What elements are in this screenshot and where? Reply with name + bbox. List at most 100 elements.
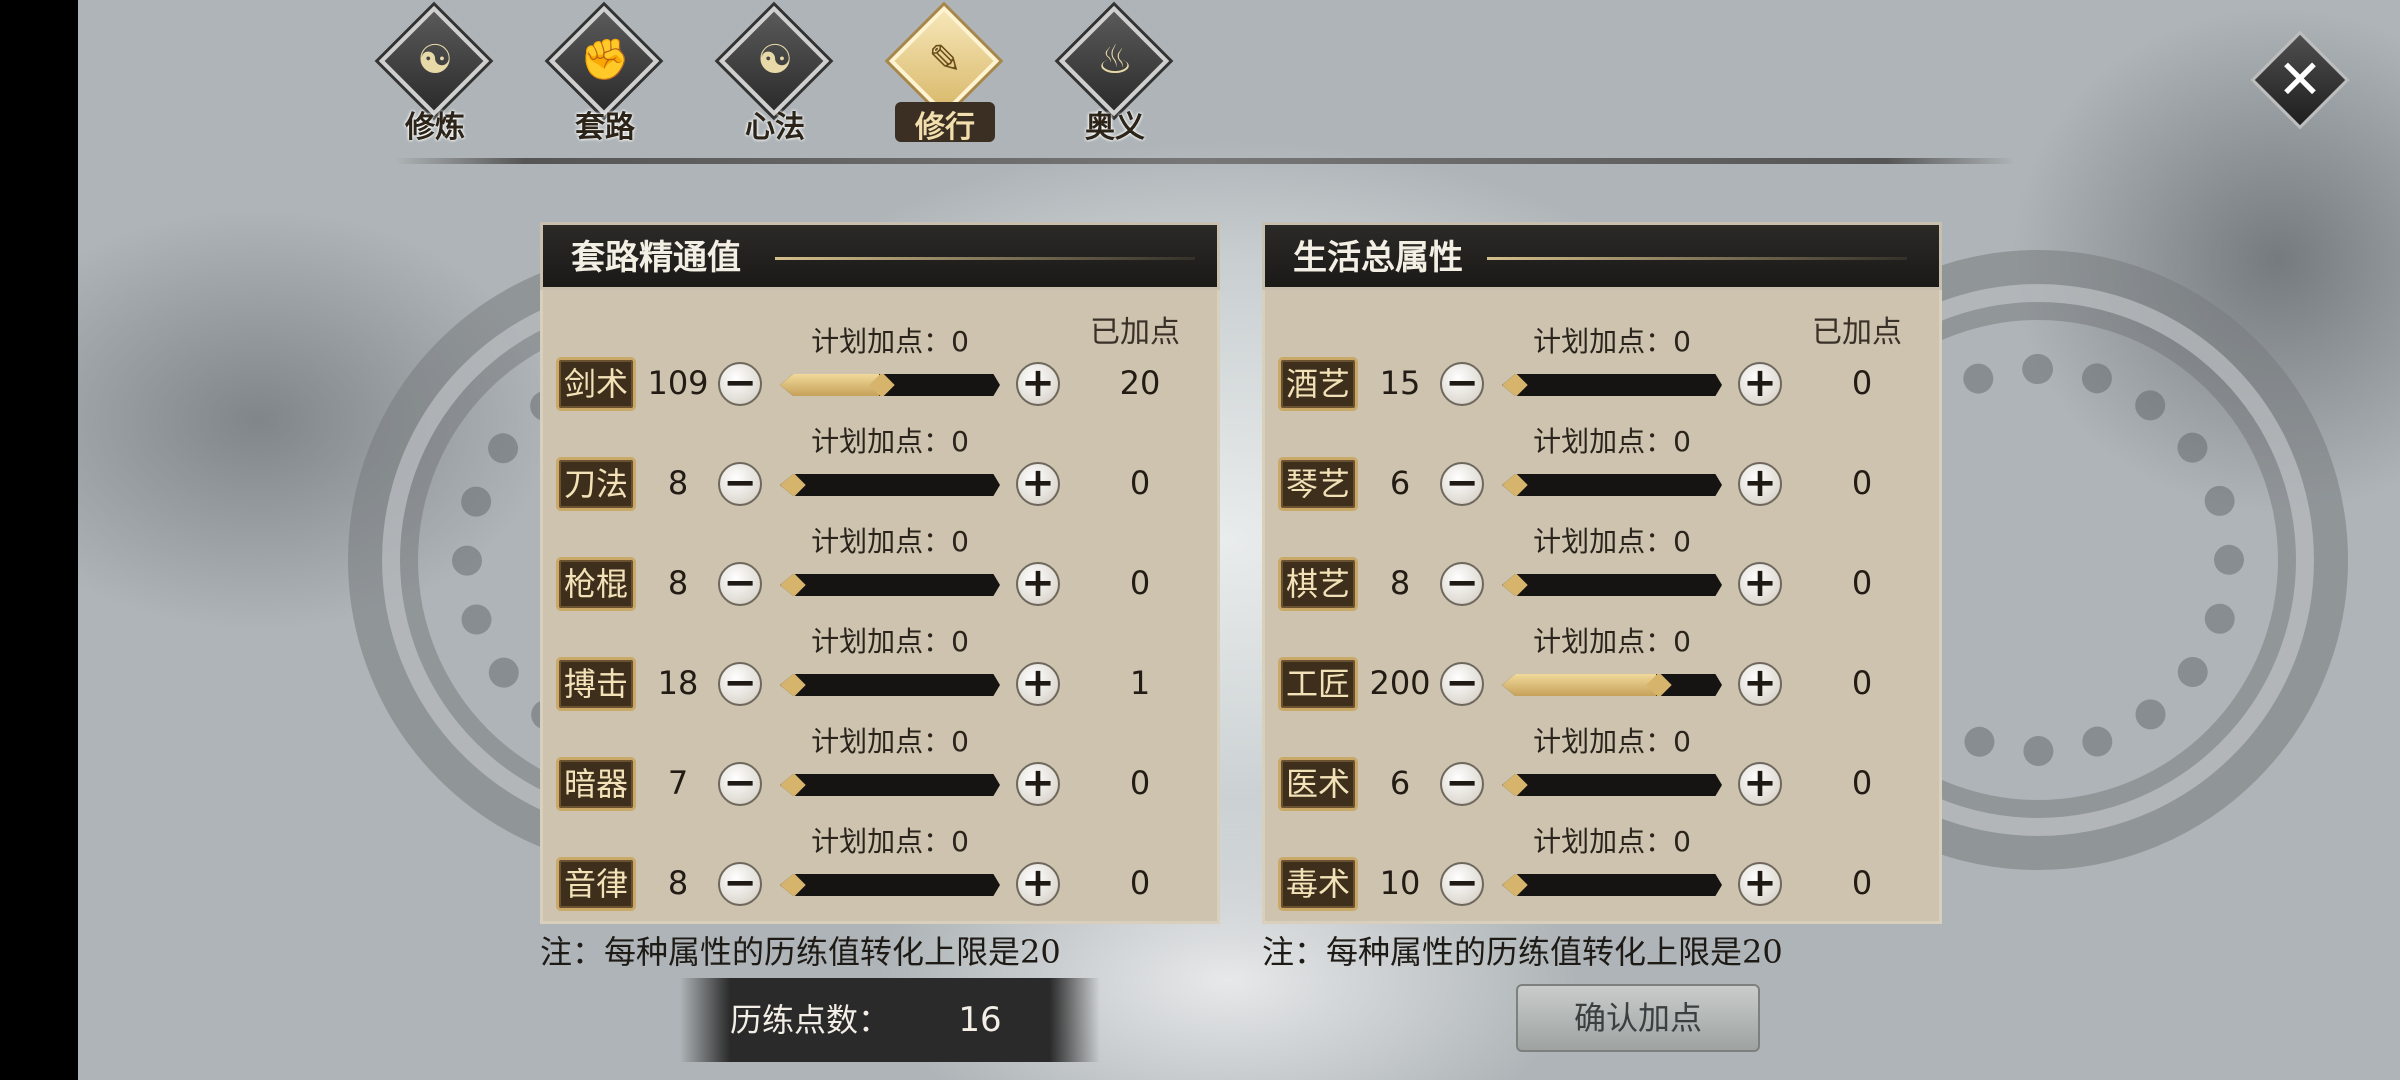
allocation-slider[interactable] xyxy=(1502,674,1722,696)
decrease-button[interactable]: − xyxy=(1440,662,1484,706)
increase-button[interactable]: + xyxy=(1016,662,1060,706)
allocation-slider[interactable] xyxy=(780,674,1000,696)
allocation-slider[interactable] xyxy=(1502,374,1722,396)
conversion-limit-note: 注：每种属性的历练值转化上限是20 xyxy=(540,933,1061,971)
slider-handle[interactable] xyxy=(1502,874,1528,896)
decrease-button[interactable]: − xyxy=(1440,862,1484,906)
tab-aoyi[interactable]: ♨ 奥义 xyxy=(1050,5,1180,150)
attribute-base-value: 10 xyxy=(1379,864,1421,902)
attribute-row: 计划加点：0 枪棍 8− +0 xyxy=(540,522,1220,622)
increase-button[interactable]: + xyxy=(1738,762,1782,806)
slider-handle[interactable] xyxy=(1502,774,1528,796)
attribute-name-badge: 暗器 xyxy=(556,757,636,811)
tab-label: 修行 xyxy=(895,102,995,145)
decrease-button[interactable]: − xyxy=(1440,562,1484,606)
decrease-button[interactable]: − xyxy=(718,862,762,906)
added-points-value: 0 xyxy=(1851,764,1873,802)
life-attributes-panel: 生活总属性 已加点 计划加点：0 酒艺 15− +0 计划加点：0 琴艺 6− +0 计划加点：… xyxy=(1262,222,1942,924)
slider-handle[interactable] xyxy=(1502,574,1528,596)
attribute-base-value: 109 xyxy=(647,364,709,402)
increase-button[interactable]: + xyxy=(1738,562,1782,606)
close-button[interactable]: ✕ xyxy=(2250,30,2350,130)
slider-fill xyxy=(1502,674,1656,696)
attribute-name-badge: 音律 xyxy=(556,857,636,911)
tab-label: 套路 xyxy=(575,110,635,145)
attribute-base-value: 18 xyxy=(657,664,699,702)
tab-taolu[interactable]: ✊ 套路 xyxy=(540,5,670,150)
slider-handle[interactable] xyxy=(780,774,806,796)
increase-button[interactable]: + xyxy=(1016,762,1060,806)
swirl-icon: ☯ xyxy=(417,37,453,83)
tab-xiulian[interactable]: ☯ 修炼 xyxy=(370,5,500,150)
planned-points-label: 计划加点：0 xyxy=(1533,725,1691,758)
increase-button[interactable]: + xyxy=(1738,662,1782,706)
tab-xinfa[interactable]: ☯ 心法 xyxy=(710,5,840,150)
close-icon: ✕ xyxy=(2277,48,2323,111)
experience-points-label: 历练点数： xyxy=(730,1001,891,1039)
added-points-value: 1 xyxy=(1129,664,1151,702)
increase-button[interactable]: + xyxy=(1738,362,1782,406)
planned-points-label: 计划加点：0 xyxy=(1533,625,1691,658)
attribute-row: 计划加点：0 暗器 7− +0 xyxy=(540,722,1220,822)
attribute-name-badge: 毒术 xyxy=(1278,857,1358,911)
attribute-row: 计划加点：0 剑术 109− +20 xyxy=(540,322,1220,422)
planned-points-label: 计划加点：0 xyxy=(811,825,969,858)
allocation-slider[interactable] xyxy=(780,774,1000,796)
allocation-slider[interactable] xyxy=(780,474,1000,496)
attribute-base-value: 8 xyxy=(667,564,689,602)
added-points-value: 0 xyxy=(1851,364,1873,402)
attribute-row: 计划加点：0 医术 6− +0 xyxy=(1262,722,1942,822)
allocation-slider[interactable] xyxy=(1502,474,1722,496)
decrease-button[interactable]: − xyxy=(718,662,762,706)
slider-handle[interactable] xyxy=(780,574,806,596)
decrease-button[interactable]: − xyxy=(718,762,762,806)
planned-points-label: 计划加点：0 xyxy=(811,425,969,458)
decrease-button[interactable]: − xyxy=(718,562,762,606)
tab-label: 奥义 xyxy=(1085,110,1145,145)
slider-handle[interactable] xyxy=(780,474,806,496)
slider-handle[interactable] xyxy=(780,674,806,696)
attribute-base-value: 8 xyxy=(667,464,689,502)
allocation-slider[interactable] xyxy=(780,374,1000,396)
attribute-name-badge: 工匠 xyxy=(1278,657,1358,711)
added-points-value: 0 xyxy=(1129,864,1151,902)
increase-button[interactable]: + xyxy=(1016,362,1060,406)
allocation-slider[interactable] xyxy=(1502,874,1722,896)
slider-handle[interactable] xyxy=(1502,474,1528,496)
allocation-slider[interactable] xyxy=(780,574,1000,596)
attribute-name-badge: 酒艺 xyxy=(1278,357,1358,411)
panel-header: 生活总属性 xyxy=(1262,222,1942,290)
decrease-button[interactable]: − xyxy=(1440,762,1484,806)
allocation-slider[interactable] xyxy=(1502,574,1722,596)
increase-button[interactable]: + xyxy=(1016,462,1060,506)
tab-xiuxing[interactable]: ✎ 修行 xyxy=(880,5,1010,150)
allocation-slider[interactable] xyxy=(780,874,1000,896)
allocation-slider[interactable] xyxy=(1502,774,1722,796)
attribute-name-badge: 刀法 xyxy=(556,457,636,511)
attribute-name-badge: 枪棍 xyxy=(556,557,636,611)
decrease-button[interactable]: − xyxy=(718,362,762,406)
confirm-allocation-button[interactable]: 确认加点 xyxy=(1516,984,1760,1052)
scroll-icon: ✎ xyxy=(928,37,962,83)
slider-handle[interactable] xyxy=(780,874,806,896)
decrease-button[interactable]: − xyxy=(718,462,762,506)
added-points-value: 0 xyxy=(1129,464,1151,502)
planned-points-label: 计划加点：0 xyxy=(811,325,969,358)
planned-points-label: 计划加点：0 xyxy=(811,625,969,658)
slider-handle[interactable] xyxy=(1502,374,1528,396)
slider-fill xyxy=(780,374,879,396)
increase-button[interactable]: + xyxy=(1738,862,1782,906)
panel-header: 套路精通值 xyxy=(540,222,1220,290)
decrease-button[interactable]: − xyxy=(1440,362,1484,406)
planned-points-label: 计划加点：0 xyxy=(1533,325,1691,358)
increase-button[interactable]: + xyxy=(1016,862,1060,906)
added-points-value: 0 xyxy=(1851,564,1873,602)
increase-button[interactable]: + xyxy=(1738,462,1782,506)
attribute-row: 计划加点：0 琴艺 6− +0 xyxy=(1262,422,1942,522)
increase-button[interactable]: + xyxy=(1016,562,1060,606)
decrease-button[interactable]: − xyxy=(1440,462,1484,506)
fist-icon: ✊ xyxy=(580,37,630,83)
attribute-name-badge: 剑术 xyxy=(556,357,636,411)
attribute-base-value: 200 xyxy=(1369,664,1431,702)
attribute-row: 计划加点：0 酒艺 15− +0 xyxy=(1262,322,1942,422)
